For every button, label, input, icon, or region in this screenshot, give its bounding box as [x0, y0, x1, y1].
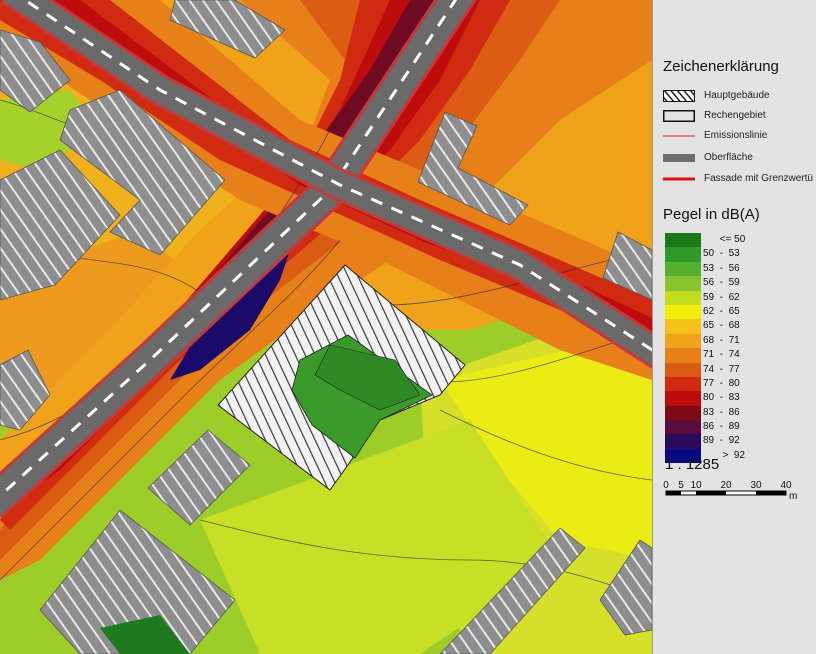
- gray-bar-icon: [663, 151, 695, 163]
- noise-class-swatch: [665, 233, 701, 248]
- scale-tick-label: 0: [663, 480, 669, 491]
- legend-item-emission-line: Emissionslinie: [663, 128, 767, 142]
- noise-map[interactable]: [0, 0, 652, 654]
- noise-class-swatch: [665, 247, 701, 262]
- noise-class-swatch: [665, 319, 701, 334]
- noise-class-swatch: [665, 420, 701, 435]
- legend-item-surface: Oberfläche: [663, 150, 753, 164]
- thin-red-line-icon: [663, 129, 695, 141]
- noise-class-label: 71 - 74: [703, 349, 740, 361]
- legend-item-label: Rechengebiet: [704, 109, 766, 121]
- noise-class-swatch: [665, 261, 701, 277]
- scale-tick-label: 40: [780, 480, 792, 491]
- scale-bar-segment: [756, 491, 786, 495]
- legend-item-label: Fassade mit Grenzwertü: [704, 172, 813, 184]
- legend-item-label: Oberfläche: [704, 151, 753, 163]
- noise-class-label: 86 - 89: [703, 421, 740, 433]
- noise-class-swatch: [665, 290, 701, 305]
- legend-item-label: Hauptgebäude: [704, 89, 770, 101]
- scale-bar-segment: [696, 491, 726, 495]
- scale-bar: 0 5 10 20 30 40m: [663, 480, 797, 502]
- legend-item-label: Emissionslinie: [704, 129, 768, 141]
- noise-class-swatch: [665, 304, 701, 320]
- scale-bar-segment: [666, 491, 681, 495]
- scale-tick-label: 30: [750, 480, 762, 491]
- noise-scale-title: Pegel in dB(A): [663, 206, 760, 223]
- noise-class-label: 65 - 68: [703, 320, 740, 332]
- scale-tick-label: 10: [690, 480, 702, 491]
- noise-class-label: 59 - 62: [703, 291, 740, 303]
- noise-class-swatch: [665, 333, 701, 349]
- noise-map-canvas: [0, 0, 652, 654]
- legend-panel: Zeichenerklärung Hauptgebäude Rechengebi…: [652, 0, 816, 654]
- scale-tick-label: 20: [720, 480, 732, 491]
- noise-class-swatch: [665, 405, 701, 421]
- noise-color-ramp: [665, 233, 701, 464]
- noise-class-label: 89 - 92: [703, 435, 740, 447]
- legend-item-facade-exceeded: Fassade mit Grenzwertü: [663, 171, 813, 185]
- noise-class-swatch: [665, 362, 701, 377]
- scale-unit: m: [789, 491, 797, 502]
- noise-class-label: 56 - 59: [703, 277, 740, 289]
- noise-class-label: 68 - 71: [703, 334, 740, 346]
- noise-class-label: 80 - 83: [703, 392, 740, 404]
- noise-class-labels: <= 50 50 - 53 53 - 56 56 - 59 59 - 62 62 - 65…: [703, 233, 807, 463]
- map-scale-ratio: 1 : 1285: [665, 456, 720, 473]
- legend-item-calc-area: Rechengebiet: [663, 108, 766, 122]
- noise-class-swatch: [665, 391, 701, 406]
- noise-class-label: 50 - 53: [703, 248, 740, 260]
- noise-class-label: 62 - 65: [703, 305, 740, 317]
- legend-item-main-building: Hauptgebäude: [663, 88, 770, 102]
- noise-class-label: 74 - 77: [703, 363, 740, 375]
- scale-tick-label: 5: [678, 480, 684, 491]
- outline-box-icon: [663, 109, 695, 122]
- thick-red-line-icon: [663, 172, 695, 184]
- hatched-box-icon: [663, 89, 695, 102]
- noise-class-label: 77 - 80: [703, 377, 740, 389]
- noise-class-swatch: [665, 376, 701, 392]
- noise-class-label: <= 50: [703, 234, 746, 245]
- legend-title: Zeichenerklärung: [663, 58, 779, 75]
- noise-class-label: 83 - 86: [703, 406, 740, 418]
- noise-class-swatch: [665, 434, 701, 449]
- noise-class-swatch: [665, 276, 701, 291]
- noise-class-label: 53 - 56: [703, 262, 740, 274]
- noise-class-swatch: [665, 348, 701, 363]
